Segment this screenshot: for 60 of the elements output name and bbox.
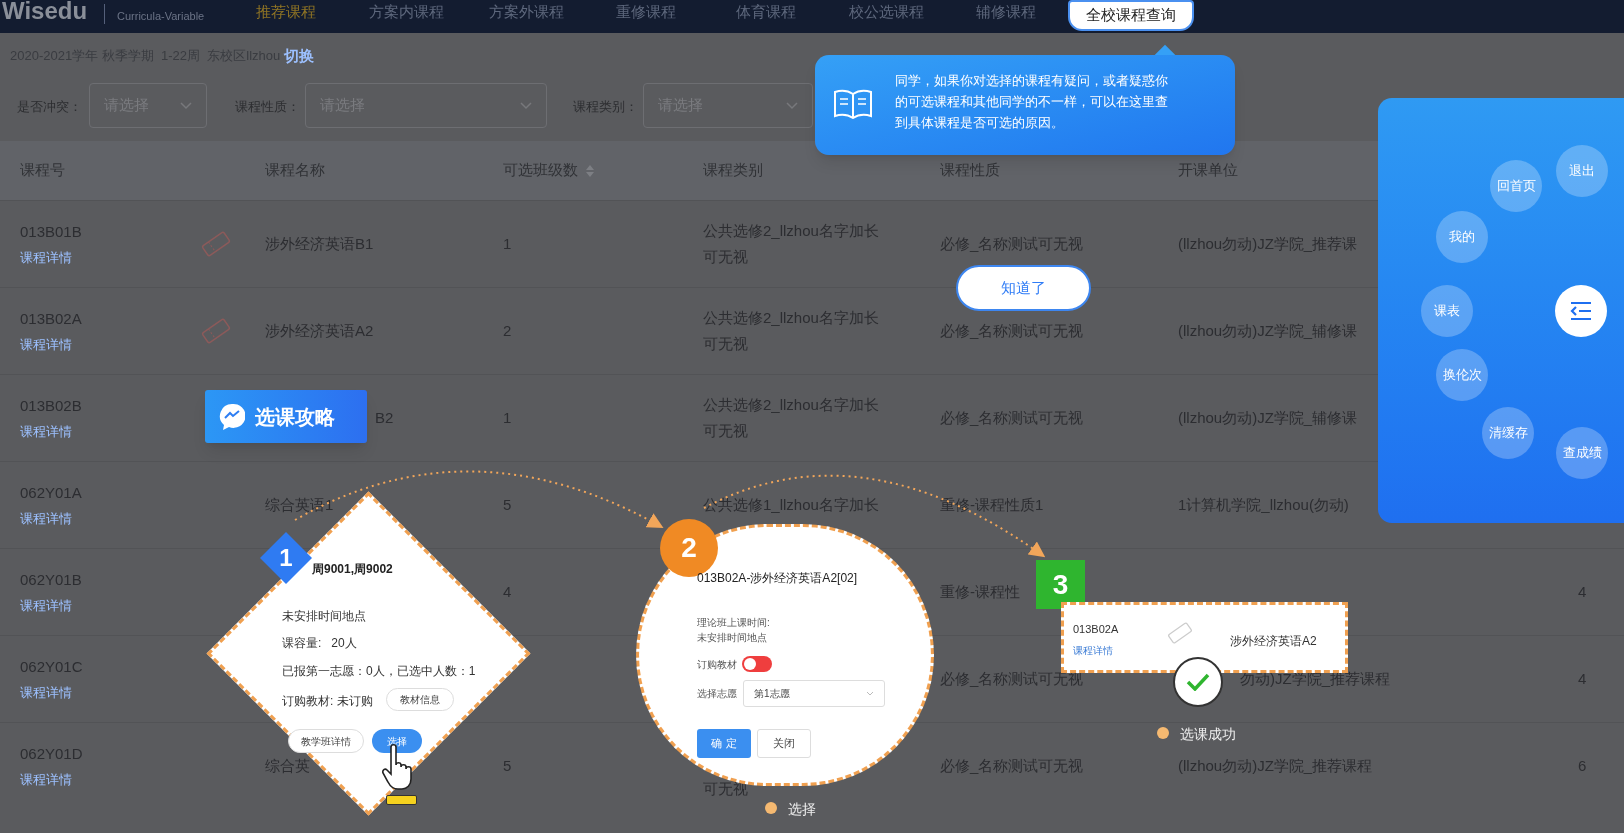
menu-icon — [1570, 302, 1592, 320]
course-detail-link[interactable]: 课程详情 — [20, 247, 72, 267]
quick-menu-item[interactable]: 查成绩 — [1556, 427, 1608, 479]
logo-subtitle: Curricula-Variable — [117, 9, 205, 24]
class-capacity: 课容量: 20人 — [282, 635, 357, 652]
preference-select[interactable]: 第1志愿 — [743, 680, 885, 707]
step-caption: 选择 — [788, 800, 816, 819]
tooltip-text: 同学，如果你对选择的课程有疑问，或者疑惑你的可选课程和其他同学的不一样，可以在这里查到具体课程是否可选的原因。 — [895, 72, 1169, 132]
course-detail-link[interactable]: 课程详情 — [20, 769, 72, 789]
nav-tab[interactable]: 校公选课程 — [826, 0, 946, 24]
nav-tab[interactable]: 方案外课程 — [466, 0, 586, 24]
nav-tab[interactable]: 推荐课程 — [226, 0, 346, 24]
chat-bubble-icon — [219, 402, 245, 431]
quick-menu-item[interactable]: 清缓存 — [1482, 407, 1534, 459]
quick-menu-item[interactable]: 退出 — [1556, 145, 1608, 197]
menu-toggle-button[interactable] — [1555, 285, 1607, 337]
class-details-button[interactable]: 教学班详情 — [288, 729, 364, 753]
close-button[interactable]: 关闭 — [757, 729, 811, 758]
course-detail-link[interactable]: 课程详情 — [20, 595, 72, 615]
nav-tab[interactable]: 方案内课程 — [346, 0, 466, 24]
step-badge: 3 — [1036, 560, 1085, 609]
success-check-icon — [1173, 657, 1223, 707]
quick-menu-item[interactable]: 课表 — [1421, 285, 1473, 337]
nav-tab[interactable]: 体育课程 — [706, 0, 826, 24]
ticket-stamp-icon — [1166, 622, 1194, 644]
textbook-info-button[interactable]: 教材信息 — [386, 688, 454, 711]
highlight-bar — [386, 795, 417, 805]
book-icon — [833, 87, 873, 119]
time-label: 理论班上课时间: — [697, 616, 770, 630]
course-detail-link[interactable]: 课程详情 — [1073, 643, 1113, 658]
chevron-down-icon — [866, 691, 874, 696]
step-caption: 选课成功 — [1180, 725, 1236, 744]
chevron-down-icon — [180, 101, 192, 110]
course-detail-link[interactable]: 课程详情 — [20, 334, 72, 354]
time-value: 未安排时间地点 — [697, 631, 767, 645]
class-weeks: 周9001,周9002 — [312, 561, 393, 578]
chevron-down-icon — [520, 101, 532, 110]
logo: Wisedu — [2, 0, 88, 26]
guide-badge[interactable]: 选课攻略 — [205, 390, 367, 443]
course-code: 013B02A — [1073, 622, 1119, 637]
textbook-order-toggle[interactable] — [742, 656, 772, 672]
confirm-button[interactable]: 确 定 — [697, 729, 751, 758]
course-detail-link[interactable]: 课程详情 — [20, 421, 72, 441]
course-name: 涉外经济英语A2 — [1230, 633, 1317, 650]
textbook-info: 订购教材: 未订购 — [282, 693, 373, 710]
quick-menu-item[interactable]: 换伦次 — [1436, 349, 1488, 401]
nav-tab[interactable]: 重修课程 — [586, 0, 706, 24]
nav-tab[interactable]: 辅修课程 — [946, 0, 1066, 24]
quick-menu-item[interactable]: 我的 — [1436, 211, 1488, 263]
nav-tab[interactable]: 全校课程查询 — [1068, 0, 1194, 31]
textbook-order-label: 订购教材 — [697, 658, 737, 672]
enrollment-info: 已报第一志愿：0人，已选中人数：1 — [282, 663, 476, 680]
got-it-button[interactable]: 知道了 — [956, 265, 1091, 311]
course-detail-link[interactable]: 课程详情 — [20, 682, 72, 702]
chevron-down-icon — [786, 101, 798, 110]
class-schedule: 未安排时间地点 — [282, 608, 366, 625]
switch-link[interactable]: 切换 — [284, 44, 315, 68]
course-detail-link[interactable]: 课程详情 — [20, 508, 72, 528]
quick-menu-item[interactable]: 回首页 — [1490, 160, 1542, 212]
preference-label: 选择志愿 — [697, 687, 737, 701]
